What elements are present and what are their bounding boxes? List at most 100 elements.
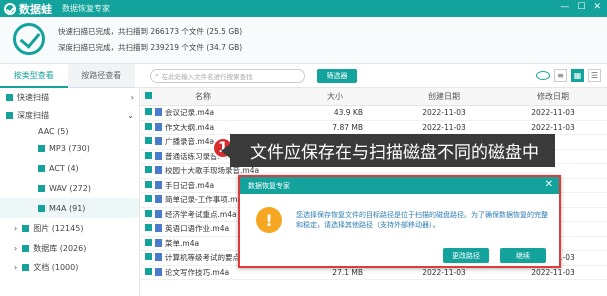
row-checkbox[interactable] — [145, 166, 152, 174]
file-name: 简单记录-工作事项.m4a — [165, 195, 247, 205]
app-name: 数据蛙 — [19, 2, 52, 16]
sidebar-item-documents[interactable]: › 文档 (1000) — [0, 258, 139, 276]
row-checkbox[interactable] — [145, 209, 152, 217]
file-name: 会议记录.m4a — [165, 108, 215, 118]
row-checkbox[interactable] — [145, 195, 152, 203]
row-checkbox[interactable] — [145, 137, 152, 145]
sidebar-item-aac[interactable]: AAC (5) — [0, 124, 139, 138]
chevron-right-icon[interactable]: › — [14, 244, 17, 253]
column-size[interactable]: 大小 — [285, 91, 385, 102]
audio-file-icon — [155, 180, 162, 189]
quick-scan-unit: 个文件 — [181, 27, 204, 36]
sidebar-item-database[interactable]: › 数据库 (2026) — [0, 238, 139, 258]
search-placeholder: 在此处输入文件名进行搜索查找 — [161, 72, 253, 81]
checkbox[interactable] — [22, 244, 30, 252]
audio-file-icon — [155, 195, 162, 204]
chevron-right-icon[interactable]: › — [14, 263, 17, 272]
tab-by-path[interactable]: 按路径查看 — [67, 64, 135, 88]
file-name-cell: 作文大纲.m4a — [155, 122, 285, 133]
modified-date: 2022-11-03 — [531, 267, 575, 277]
file-size: 43.9 KB — [333, 108, 363, 118]
audio-file-icon — [155, 267, 162, 276]
file-name: 广播录音.m4a — [165, 137, 215, 147]
scan-summary: 快速扫描已完成，共扫描到 266173 个文件 (25.5 GB) 深度扫描已完… — [0, 17, 607, 64]
audio-file-icon — [155, 238, 162, 247]
column-name[interactable]: 名称 — [155, 91, 285, 102]
row-checkbox[interactable] — [145, 238, 152, 246]
dialog-title: 数据恢复专家 — [248, 181, 290, 190]
quick-scan-count: 266173 — [150, 27, 180, 36]
file-name: 英语口语作业.m4a — [165, 224, 230, 234]
checkbox[interactable] — [38, 184, 45, 192]
deep-scan-status: 深度扫描已完成，共扫描到 239219 个文件 (34.7 GB) — [58, 42, 242, 53]
change-path-button[interactable]: 更改路径 — [443, 248, 489, 263]
file-name: 菜单.m4a — [165, 238, 200, 248]
file-name: 手日记音.m4a — [165, 180, 215, 190]
audio-file-icon — [155, 224, 162, 233]
created-date: 2022-11-03 — [422, 122, 466, 132]
row-checkbox[interactable] — [145, 108, 152, 116]
checkbox[interactable] — [6, 93, 13, 101]
column-modified[interactable]: 修改日期 — [503, 91, 603, 102]
grid-view-icon[interactable]: ▦ — [571, 69, 584, 82]
audio-file-icon — [155, 122, 162, 131]
search-icon: ⌕ — [155, 71, 159, 79]
checkbox[interactable] — [38, 164, 45, 172]
close-icon[interactable]: ✕ — [545, 179, 553, 190]
checkbox[interactable] — [38, 204, 45, 212]
select-all-checkbox[interactable] — [145, 92, 152, 99]
sidebar-item-label: AAC (5) — [38, 126, 69, 136]
column-created[interactable]: 创建日期 — [385, 91, 503, 102]
callout-tooltip: 文件应保存在与扫描磁盘不同的磁盘中 — [221, 134, 555, 167]
sidebar-item-quick-scan[interactable]: 快速扫描 › — [0, 88, 139, 106]
sidebar-item-label: M4A (91) — [49, 203, 86, 213]
maximize-icon[interactable]: ☐ — [577, 2, 585, 12]
audio-file-icon — [155, 108, 162, 117]
chevron-right-icon[interactable]: › — [14, 224, 17, 233]
audio-file-icon — [155, 137, 162, 146]
checkbox[interactable] — [22, 263, 30, 271]
checkbox[interactable] — [38, 144, 45, 152]
sidebar-item-deep-scan[interactable]: 深度扫描 ⌄ — [0, 106, 139, 124]
sidebar-item-mp3[interactable]: MP3 (730) — [0, 138, 139, 158]
close-icon[interactable]: ✕ — [593, 2, 601, 12]
sidebar-item-images[interactable]: › 图片 (12145) — [0, 218, 139, 238]
preview-eye-icon[interactable] — [536, 71, 550, 80]
deep-scan-size: (34.7 GB) — [206, 43, 243, 52]
chevron-right-icon[interactable]: › — [131, 93, 134, 102]
table-row[interactable]: 作文大纲.m4a 7.87 MB 2022-11-03 2022-11-03 — [140, 121, 607, 135]
title-bar: 数据蛙 数据恢复专家 — ☐ ✕ — [0, 0, 607, 17]
row-checkbox[interactable] — [145, 151, 152, 159]
row-checkbox[interactable] — [145, 224, 152, 232]
tab-by-type[interactable]: 按类型查看 — [0, 64, 68, 88]
table-header: 名称 大小 创建日期 修改日期 — [140, 88, 607, 106]
sidebar-item-act[interactable]: ACT (4) — [0, 158, 139, 178]
chevron-down-icon[interactable]: ⌄ — [127, 111, 134, 120]
sidebar-item-wav[interactable]: WAV (272) — [0, 178, 139, 198]
deep-scan-count: 239219 — [150, 43, 180, 52]
file-name: 校园十大歌手现场录音.m4a — [165, 166, 260, 176]
row-checkbox[interactable] — [145, 253, 152, 261]
modified-date: 2022-11-03 — [531, 108, 575, 118]
dialog-title-bar: 数据恢复专家 ✕ — [240, 177, 559, 194]
filter-button[interactable]: 筛选器 — [317, 68, 357, 83]
created-date: 2022-11-03 — [422, 108, 466, 118]
sidebar-item-label: MP3 (730) — [49, 143, 90, 153]
row-checkbox[interactable] — [145, 122, 152, 130]
sidebar-item-label: 文档 (1000) — [33, 262, 79, 272]
continue-button[interactable]: 继续 — [500, 248, 546, 263]
list-view-icon[interactable]: ≡ — [554, 69, 567, 82]
sidebar-item-label: ACT (4) — [49, 163, 79, 173]
row-checkbox[interactable] — [145, 180, 152, 188]
file-name: 论文写作技巧.m4a — [165, 267, 230, 277]
checkbox[interactable] — [6, 111, 13, 119]
sidebar-item-label: 图片 (12145) — [33, 223, 84, 233]
app-logo: 数据蛙 — [4, 1, 52, 17]
search-input[interactable]: ⌕ 在此处输入文件名进行搜索查找 — [150, 68, 305, 83]
checkbox[interactable] — [22, 224, 30, 232]
minimize-icon[interactable]: — — [560, 2, 569, 12]
row-checkbox[interactable] — [145, 267, 152, 275]
detail-view-icon[interactable]: ☰ — [588, 69, 601, 82]
table-row[interactable]: 会议记录.m4a 43.9 KB 2022-11-03 2022-11-03 — [140, 106, 607, 121]
sidebar-item-m4a[interactable]: M4A (91) — [0, 198, 139, 218]
